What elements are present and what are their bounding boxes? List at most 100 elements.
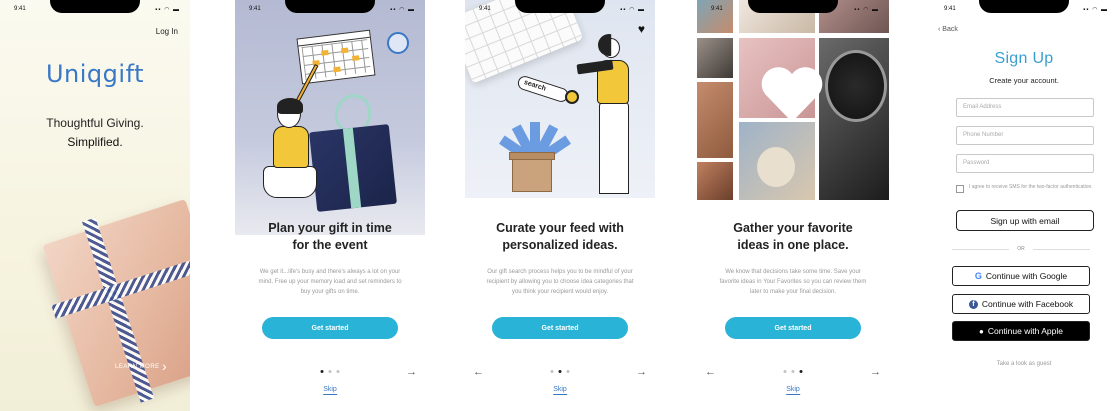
sms-consent: I agree to receive SMS for the two-facto…	[956, 184, 1096, 193]
arrow-left-icon[interactable]: ←	[473, 366, 484, 378]
email-field[interactable]: Email Address	[956, 98, 1094, 117]
clock-icon	[387, 32, 409, 54]
calendar-mark	[352, 55, 360, 62]
welcome-screen: 9:41 ▪▪ ◠ ▬ Log In Uniqgift Thoughtful G…	[0, 0, 190, 411]
collage-photo-teddy	[739, 122, 815, 200]
onboarding-title: Gather your favorite ideas in one place.	[697, 220, 889, 254]
gather-collage	[697, 0, 889, 200]
skip-link[interactable]: Skip	[553, 386, 567, 395]
back-button[interactable]: ‹ Back	[938, 26, 958, 33]
page-title: Sign Up	[994, 50, 1054, 67]
status-icons: ▪▪ ◠ ▬	[620, 7, 645, 13]
magnifier-icon	[565, 90, 579, 104]
calendar-mark	[340, 47, 349, 54]
tagline-line2: Simplified.	[67, 135, 123, 149]
consent-label: I agree to receive SMS for the two-facto…	[969, 184, 1093, 190]
brand-logo: Uniqgift	[45, 60, 145, 88]
consent-checkbox[interactable]	[956, 185, 964, 193]
page-dot[interactable]	[791, 370, 795, 373]
box-lid-illustration	[509, 152, 555, 160]
apple-icon: ●	[979, 326, 984, 336]
status-time: 9:41	[479, 6, 491, 12]
skip-link[interactable]: Skip	[323, 386, 337, 395]
or-divider: OR	[952, 246, 1090, 252]
device-notch	[285, 0, 375, 13]
chevron-right-icon[interactable]: ›	[162, 358, 167, 374]
onboarding-gather-screen: 9:41 ▪▪ ◠ ▬ Gather your favorite ideas i…	[697, 0, 889, 411]
status-icons: ▪▪ ◠ ▬	[1083, 7, 1108, 13]
collage-photo-gift	[697, 82, 733, 158]
status-icons: ▪▪ ◠ ▬	[390, 7, 415, 13]
or-label: OR	[1017, 246, 1025, 252]
apple-button-label: Continue with Apple	[987, 326, 1063, 336]
title-line2: ideas in one place.	[737, 238, 849, 252]
curate-illustration: search ♥	[465, 0, 655, 198]
facebook-button-label: Continue with Facebook	[981, 299, 1074, 309]
device-notch	[748, 0, 838, 13]
status-time: 9:41	[944, 6, 956, 12]
arrow-left-icon[interactable]: ←	[705, 366, 716, 378]
plan-illustration	[235, 0, 425, 235]
device-notch	[50, 0, 140, 13]
collage-photo-watch	[819, 38, 889, 200]
tagline-line1: Thoughtful Giving.	[46, 116, 144, 130]
skip-link[interactable]: Skip	[786, 386, 800, 395]
page-dot[interactable]	[783, 370, 787, 373]
person-body-illustration	[273, 126, 309, 168]
heart-icon[interactable]: ♥	[638, 22, 645, 36]
signup-screen: 9:41 ▪▪ ◠ ▬ ‹ Back Sign Up Create your a…	[930, 0, 1118, 411]
onboarding-title: Curate your feed with personalized ideas…	[465, 220, 655, 254]
get-started-button[interactable]: Get started	[725, 317, 861, 339]
page-dot[interactable]	[328, 370, 332, 373]
title-line1: Curate your feed with	[496, 221, 624, 235]
onboarding-curate-screen: search ♥ 9:41 ▪▪ ◠ ▬ Curate your feed wi…	[465, 0, 655, 411]
learn-more-link[interactable]: LEARN MORE	[115, 364, 160, 370]
person-hair-illustration	[277, 98, 303, 114]
page-dot-active[interactable]	[320, 370, 324, 373]
page-dot[interactable]	[550, 370, 554, 373]
collage-photo-bag	[697, 162, 733, 200]
collage-photo	[697, 0, 733, 33]
device-notch	[515, 0, 605, 13]
teddy-bear-illustration	[757, 147, 795, 187]
status-icons: ▪▪ ◠ ▬	[854, 7, 879, 13]
continue-facebook-button[interactable]: f Continue with Facebook	[952, 294, 1090, 314]
title-line1: Gather your favorite	[733, 221, 853, 235]
page-dot-active[interactable]	[558, 370, 562, 373]
page-indicator	[320, 370, 340, 373]
google-button-label: Continue with Google	[985, 271, 1068, 281]
facebook-icon: f	[968, 299, 978, 309]
password-field[interactable]: Password	[956, 154, 1094, 173]
page-dot[interactable]	[336, 370, 340, 373]
present-illustration	[309, 124, 397, 212]
get-started-button[interactable]: Get started	[492, 317, 628, 339]
calendar-mark	[321, 49, 329, 56]
collage-photo-shoes	[697, 38, 733, 78]
onboarding-plan-screen: 9:41 ▪▪ ◠ ▬ Plan your gift in time for t…	[235, 0, 425, 411]
arrow-right-icon[interactable]: →	[406, 366, 417, 378]
continue-google-button[interactable]: G Continue with Google	[952, 266, 1090, 286]
guest-link[interactable]: Take a look as guest	[930, 361, 1118, 367]
onboarding-body: We get it...life's busy and there's alwa…	[258, 269, 402, 295]
get-started-button[interactable]: Get started	[262, 317, 398, 339]
onboarding-body: Our gift search process helps you to be …	[486, 269, 634, 295]
arrow-right-icon[interactable]: →	[636, 366, 647, 378]
continue-apple-button[interactable]: ● Continue with Apple	[952, 321, 1090, 341]
watch-face-illustration	[825, 50, 887, 122]
login-link[interactable]: Log In	[156, 27, 178, 36]
woman-pants-illustration	[599, 102, 629, 194]
page-dot-active[interactable]	[799, 370, 803, 373]
onboarding-body: We know that decisions take some time. S…	[719, 269, 867, 295]
phone-field[interactable]: Phone Number	[956, 126, 1094, 145]
heart-icon	[761, 67, 823, 122]
person-legs-illustration	[263, 166, 317, 198]
google-icon: G	[974, 271, 982, 281]
divider-line	[952, 248, 1010, 250]
device-notch	[979, 0, 1069, 13]
status-time: 9:41	[711, 6, 723, 12]
signup-email-button[interactable]: Sign up with email	[956, 210, 1094, 231]
gift-ribbon-vertical	[82, 217, 155, 403]
arrow-right-icon[interactable]: →	[870, 366, 881, 378]
status-time: 9:41	[14, 6, 26, 12]
page-dot[interactable]	[566, 370, 570, 373]
